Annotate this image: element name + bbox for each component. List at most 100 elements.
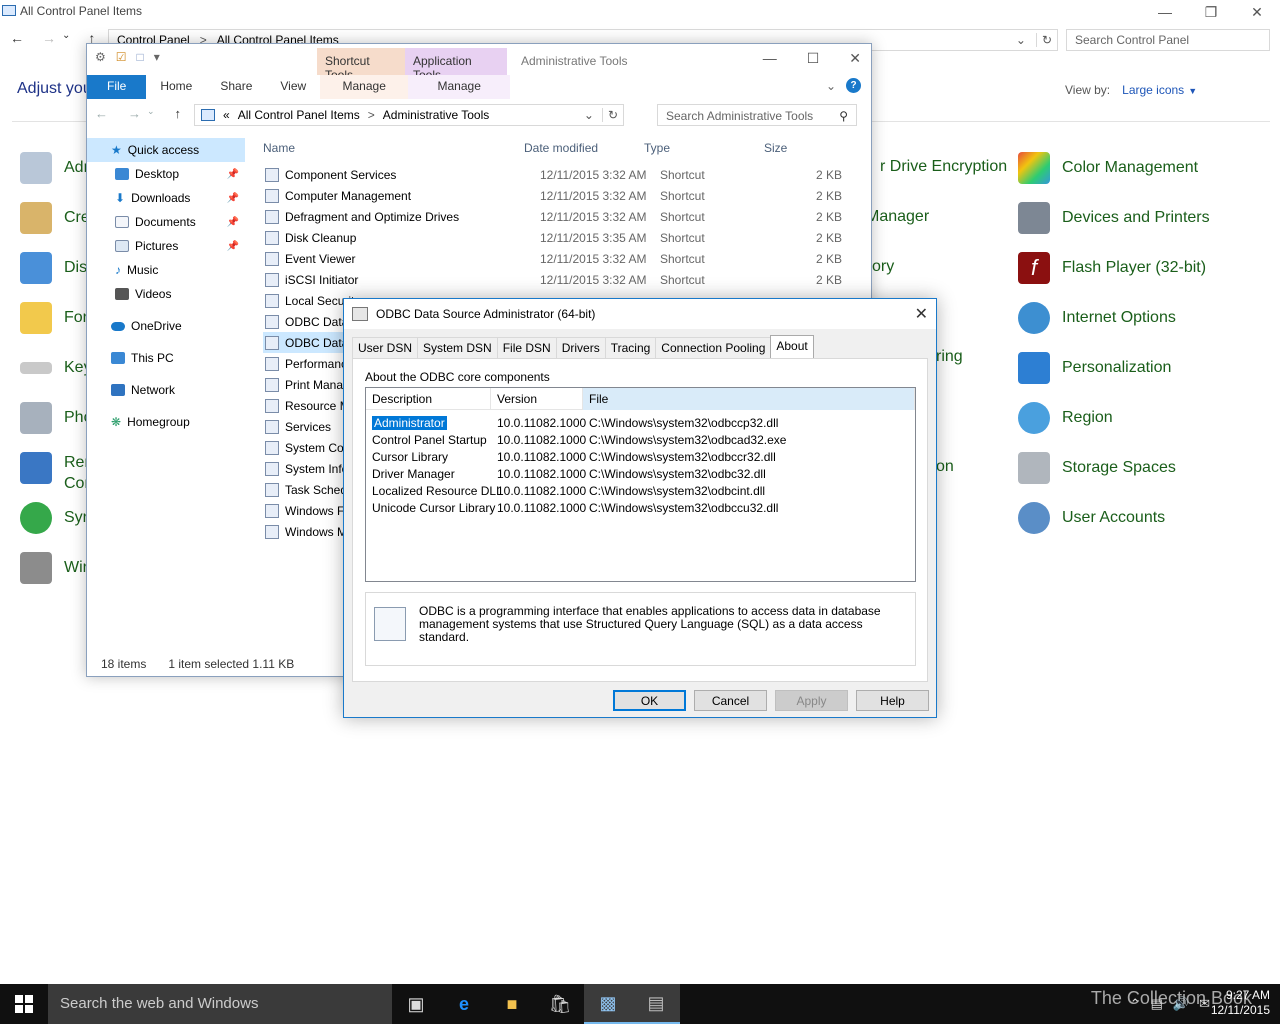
tray-chevron-icon[interactable]: ⌃ [1130, 996, 1141, 1012]
ok-button[interactable]: OK [613, 690, 686, 711]
sidebar-item-videos[interactable]: Videos [87, 282, 245, 306]
address-crumb[interactable]: All Control Panel Items [238, 108, 360, 122]
start-button[interactable] [0, 984, 48, 1024]
cp-item-color-management[interactable]: Color Management [1018, 152, 1198, 184]
cp-item-keyboard[interactable]: Key [20, 352, 92, 384]
sidebar-item-pictures[interactable]: Pictures 📌 [87, 234, 245, 258]
cancel-button[interactable]: Cancel [694, 690, 767, 711]
close-icon[interactable]: ✕ [1234, 2, 1280, 22]
list-item[interactable]: Unicode Cursor Library 10.0.11082.1000 C:\… [366, 499, 915, 516]
cp-item-display[interactable]: Disp [20, 252, 96, 284]
checklist-icon[interactable]: ☑ [116, 50, 127, 64]
cp-item-phone-modem[interactable]: Pho [20, 402, 92, 434]
cp-item-personalization[interactable]: Personalization [1018, 352, 1171, 384]
cp-item-fonts[interactable]: Fon [20, 302, 92, 334]
list-item[interactable]: Localized Resource DLL 10.0.11082.1000 C:\… [366, 482, 915, 499]
list-item[interactable]: Cursor Library 10.0.11082.1000 C:\Windows\… [366, 448, 915, 465]
sidebar-item-documents[interactable]: Documents 📌 [87, 210, 245, 234]
column-name[interactable]: Name [263, 141, 524, 155]
tab-view[interactable]: View [266, 75, 320, 99]
control-panel-search-input[interactable]: Search Control Panel [1066, 29, 1270, 51]
cp-item-storage-spaces[interactable]: Storage Spaces [1018, 452, 1176, 484]
column-date-modified[interactable]: Date modified [524, 141, 644, 155]
minimize-icon[interactable]: — [1142, 2, 1188, 22]
cp-item-recovery[interactable]: on [936, 458, 954, 476]
cp-item-sync-center[interactable]: Syn [20, 502, 92, 534]
notifications-icon[interactable]: ✉ [1199, 996, 1210, 1012]
pin-icon[interactable]: 📌 [227, 241, 239, 252]
close-icon[interactable]: ✕ [915, 304, 928, 324]
file-row[interactable]: Event Viewer 12/11/2015 3:32 AM Shortcut 2 … [263, 248, 843, 269]
forward-arrow-icon[interactable]: → [42, 30, 56, 46]
cp-item-networking[interactable]: ring [936, 348, 963, 366]
volume-icon[interactable]: 🔊 [1173, 996, 1189, 1012]
edge-icon[interactable]: e [440, 984, 488, 1024]
refresh-icon[interactable]: ↻ [1035, 33, 1057, 47]
explorer-address-bar[interactable]: « All Control Panel Items > Administrati… [194, 104, 624, 126]
file-row[interactable]: iSCSI Initiator 12/11/2015 3:32 AM Shortcu… [263, 269, 843, 290]
close-icon[interactable]: ✕ [849, 50, 861, 67]
sidebar-item-desktop[interactable]: Desktop 📌 [87, 162, 245, 186]
recent-chevron-icon[interactable]: ⌄ [147, 106, 155, 121]
cp-item-user-accounts[interactable]: User Accounts [1018, 502, 1165, 534]
components-list[interactable]: Description Version File Administrator 10… [365, 387, 916, 582]
sidebar-item-quick-access[interactable]: ★ Quick access [87, 138, 245, 162]
tab-manage-shortcut[interactable]: Manage [320, 75, 409, 99]
column-size[interactable]: Size [764, 141, 836, 155]
sidebar-item-this-pc[interactable]: This PC [87, 346, 245, 370]
sidebar-item-downloads[interactable]: ⬇ Downloads 📌 [87, 186, 245, 210]
odbc-taskbar-icon[interactable]: ▤ [632, 984, 680, 1024]
back-arrow-icon[interactable]: ← [10, 30, 24, 46]
file-row[interactable]: Defragment and Optimize Drives 12/11/2015… [263, 206, 843, 227]
pin-icon[interactable]: 📌 [227, 217, 239, 228]
restore-icon[interactable]: ❐ [1188, 2, 1234, 22]
clock[interactable]: 9:27 AM 12/11/2015 [1211, 988, 1270, 1018]
network-icon[interactable]: ▤ [1151, 996, 1163, 1012]
customize-chevron-icon[interactable]: ▾ [154, 50, 160, 64]
maximize-icon[interactable]: ☐ [807, 50, 820, 67]
expand-ribbon-icon[interactable]: ⌄ [826, 79, 836, 93]
file-row[interactable]: Component Services 12/11/2015 3:32 AM Shor… [263, 164, 843, 185]
column-description[interactable]: Description [366, 387, 491, 410]
new-folder-icon[interactable]: □ [137, 50, 144, 64]
cp-item-history[interactable]: ory [872, 258, 894, 276]
up-arrow-icon[interactable]: ↑ [175, 106, 182, 121]
taskbar-search-input[interactable]: Search the web and Windows [48, 984, 392, 1024]
cp-item-internet-options[interactable]: Internet Options [1018, 302, 1176, 334]
tab-share[interactable]: Share [206, 75, 266, 99]
forward-arrow-icon[interactable]: → [128, 106, 141, 121]
cp-item-windows-firewall[interactable]: Win [20, 552, 92, 584]
pin-icon[interactable]: 📌 [227, 169, 239, 180]
tab-file[interactable]: File [87, 75, 147, 99]
sidebar-item-music[interactable]: ♪ Music [87, 258, 245, 282]
help-button[interactable]: Help [856, 690, 929, 711]
store-icon[interactable]: 🛍 [536, 984, 584, 1024]
task-view-icon[interactable]: ▣ [392, 984, 440, 1024]
cp-item-device-manager[interactable]: Manager [866, 208, 929, 226]
tab-about[interactable]: About [770, 335, 814, 359]
recent-chevron-icon[interactable]: ⌄ [62, 30, 70, 46]
properties-icon[interactable]: ⚙ [95, 50, 106, 64]
cp-item-flash-player[interactable]: f Flash Player (32-bit) [1018, 252, 1206, 284]
cp-item-region[interactable]: Region [1018, 402, 1113, 434]
column-type[interactable]: Type [644, 141, 764, 155]
back-arrow-icon[interactable]: ← [95, 106, 108, 121]
dropdown-chevron-icon[interactable]: ⌄ [584, 108, 594, 122]
cp-item-remoteapp[interactable]: Ren Con [20, 452, 93, 494]
cp-item-credential-manager[interactable]: Cre [20, 202, 90, 234]
list-item[interactable]: Administrator 10.0.11082.1000 C:\Windows\s… [366, 414, 915, 431]
view-by-dropdown[interactable]: Large icons [1122, 83, 1184, 97]
cp-item-devices-printers[interactable]: Devices and Printers [1018, 202, 1210, 234]
file-row[interactable]: Computer Management 12/11/2015 3:32 AM Sho… [263, 185, 843, 206]
address-crumb[interactable]: Administrative Tools [383, 108, 490, 122]
dropdown-chevron-icon[interactable]: ⌄ [1016, 33, 1026, 47]
file-row[interactable]: Disk Cleanup 12/11/2015 3:35 AM Shortcut 2 … [263, 227, 843, 248]
list-item[interactable]: Driver Manager 10.0.11082.1000 C:\Windows\… [366, 465, 915, 482]
address-overflow[interactable]: « [223, 108, 230, 122]
help-icon[interactable]: ? [846, 78, 861, 93]
column-file[interactable]: File [583, 387, 915, 410]
tab-home[interactable]: Home [146, 75, 206, 99]
file-explorer-icon[interactable]: ■ [488, 984, 536, 1024]
sidebar-item-homegroup[interactable]: ❋ Homegroup [87, 410, 245, 434]
tab-manage-application[interactable]: Manage [408, 75, 511, 99]
